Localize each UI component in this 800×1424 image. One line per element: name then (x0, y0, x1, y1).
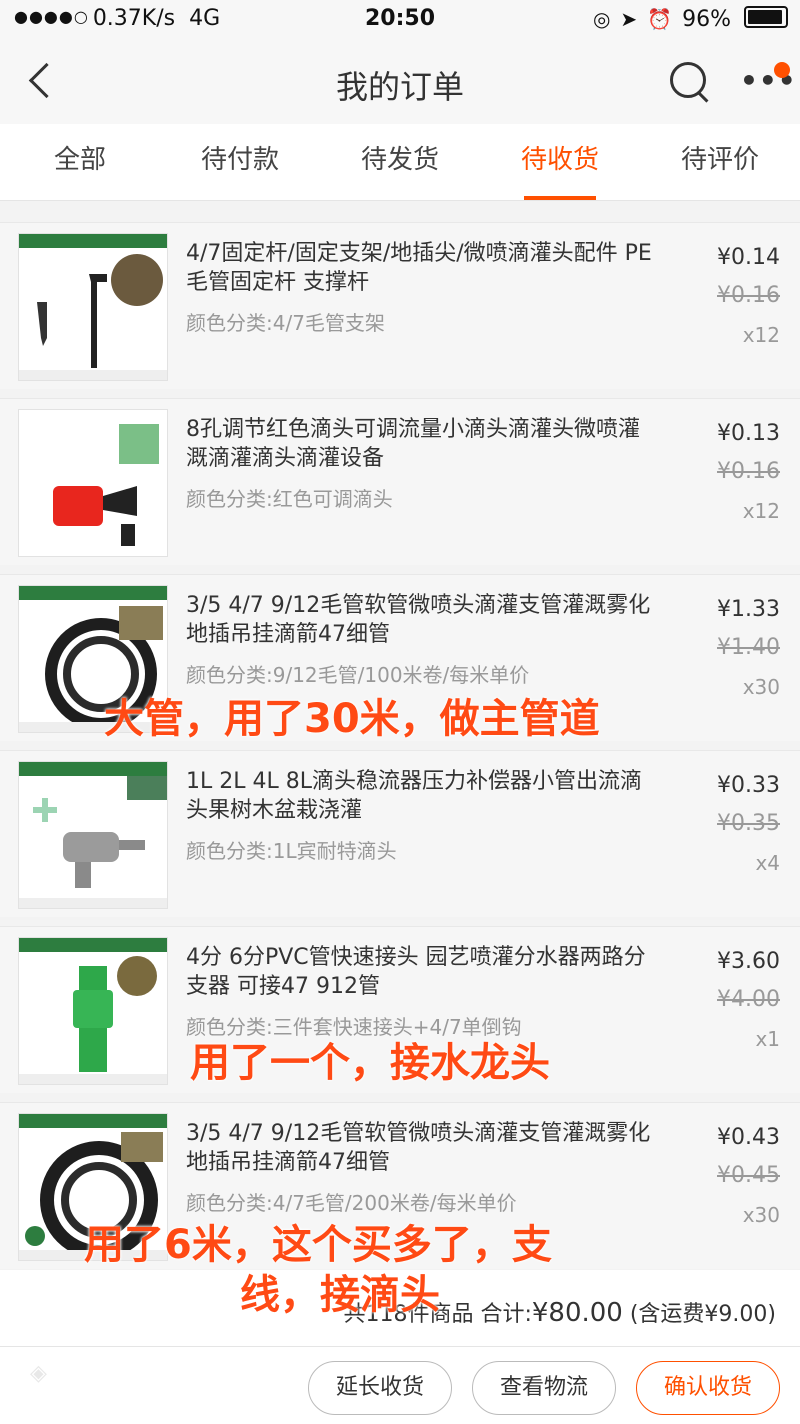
product-original-price: ¥0.16 (717, 283, 780, 308)
product-price: ¥0.43 (717, 1125, 780, 1150)
status-bar: ●●●●○ 0.37K/s 4G 20:50 ◎ ➤ ⏰ 96% (0, 0, 800, 40)
tab-pending-review[interactable]: 待评价 (640, 124, 800, 200)
product-price: ¥0.33 (717, 773, 780, 798)
product-sku: 颜色分类:1L宾耐特滴头 (186, 839, 397, 863)
product-quantity: x4 (755, 851, 780, 875)
product-original-price: ¥0.35 (717, 811, 780, 836)
product-quantity: x12 (742, 499, 780, 523)
product-original-price: ¥0.45 (717, 1163, 780, 1188)
product-sku: 颜色分类:4/7毛管支架 (186, 311, 385, 335)
product-name[interactable]: 4分 6分PVC管快速接头 园艺喷灌分水器两路分支器 可接47 912管 (186, 943, 656, 1001)
more-options-icon[interactable]: ••• (740, 67, 796, 95)
annotation-faucet: 用了一个，接水龙头 (190, 1040, 550, 1086)
order-status-tabs: 全部 待付款 待发货 待收货 待评价 (0, 124, 800, 201)
battery-icon (744, 6, 788, 28)
product-name[interactable]: 3/5 4/7 9/12毛管软管微喷头滴灌支管灌溉雾化地插吊挂滴箭47细管 (186, 1119, 656, 1177)
location-arrow-icon: ➤ (620, 7, 638, 31)
annotation-main-pipe: 大管，用了30米，做主管道 (104, 696, 600, 742)
watermark-logo: ◈ (30, 1361, 47, 1386)
annotation-branch-line-2: 线，接滴头 (240, 1272, 440, 1318)
tab-all[interactable]: 全部 (0, 124, 160, 200)
product-quantity: x12 (742, 323, 780, 347)
extend-receipt-button[interactable]: 延长收货 (308, 1361, 452, 1415)
product-price: ¥0.13 (717, 421, 780, 446)
product-original-price: ¥0.16 (717, 459, 780, 484)
product-image (18, 937, 168, 1085)
bottom-action-bar: ◈ 延长收货 查看物流 确认收货 (0, 1346, 800, 1424)
battery-level (748, 10, 782, 24)
order-item[interactable]: 1L 2L 4L 8L滴头稳流器压力补偿器小管出流滴头果树木盆栽浇灌 颜色分类:… (0, 750, 800, 917)
product-price: ¥1.33 (717, 597, 780, 622)
product-name[interactable]: 4/7固定杆/固定支架/地插尖/微喷滴灌头配件 PE毛管固定杆 支撑杆 (186, 239, 656, 297)
order-item[interactable]: 8孔调节红色滴头可调流量小滴头滴灌头微喷灌溉滴灌滴头滴灌设备 颜色分类:红色可调… (0, 398, 800, 565)
product-name[interactable]: 3/5 4/7 9/12毛管软管微喷头滴灌支管灌溉雾化地插吊挂滴箭47细管 (186, 591, 656, 649)
notification-dot (774, 62, 790, 78)
tab-pending-receipt[interactable]: 待收货 (480, 124, 640, 200)
product-quantity: x30 (742, 1203, 780, 1227)
order-item[interactable]: 4/7固定杆/固定支架/地插尖/微喷滴灌头配件 PE毛管固定杆 支撑杆 颜色分类… (0, 222, 800, 389)
view-logistics-button[interactable]: 查看物流 (472, 1361, 616, 1415)
tab-pending-payment[interactable]: 待付款 (160, 124, 320, 200)
product-image (18, 761, 168, 909)
product-original-price: ¥4.00 (717, 987, 780, 1012)
product-price: ¥0.14 (717, 245, 780, 270)
search-icon[interactable] (670, 62, 710, 102)
tab-pending-shipment[interactable]: 待发货 (320, 124, 480, 200)
rotation-lock-icon: ◎ (592, 7, 611, 31)
product-image (18, 233, 168, 381)
product-quantity: x30 (742, 675, 780, 699)
product-name[interactable]: 8孔调节红色滴头可调流量小滴头滴灌头微喷灌溉滴灌滴头滴灌设备 (186, 415, 656, 473)
confirm-receipt-button[interactable]: 确认收货 (636, 1361, 780, 1415)
product-sku: 颜色分类:红色可调滴头 (186, 487, 393, 511)
nav-bar: 我的订单 ••• (0, 40, 800, 124)
product-price: ¥3.60 (717, 949, 780, 974)
alarm-icon: ⏰ (647, 7, 673, 31)
product-original-price: ¥1.40 (717, 635, 780, 660)
product-sku: 颜色分类:9/12毛管/100米卷/每米单价 (186, 663, 530, 687)
status-right: ◎ ➤ ⏰ 96% (593, 6, 788, 32)
battery-percent: 96% (682, 7, 731, 32)
total-amount: ¥80.00 (531, 1298, 623, 1328)
shipping-fee: (含运费¥9.00) (629, 1302, 776, 1327)
product-quantity: x1 (755, 1027, 780, 1051)
product-image (18, 409, 168, 557)
product-name[interactable]: 1L 2L 4L 8L滴头稳流器压力补偿器小管出流滴头果树木盆栽浇灌 (186, 767, 656, 825)
